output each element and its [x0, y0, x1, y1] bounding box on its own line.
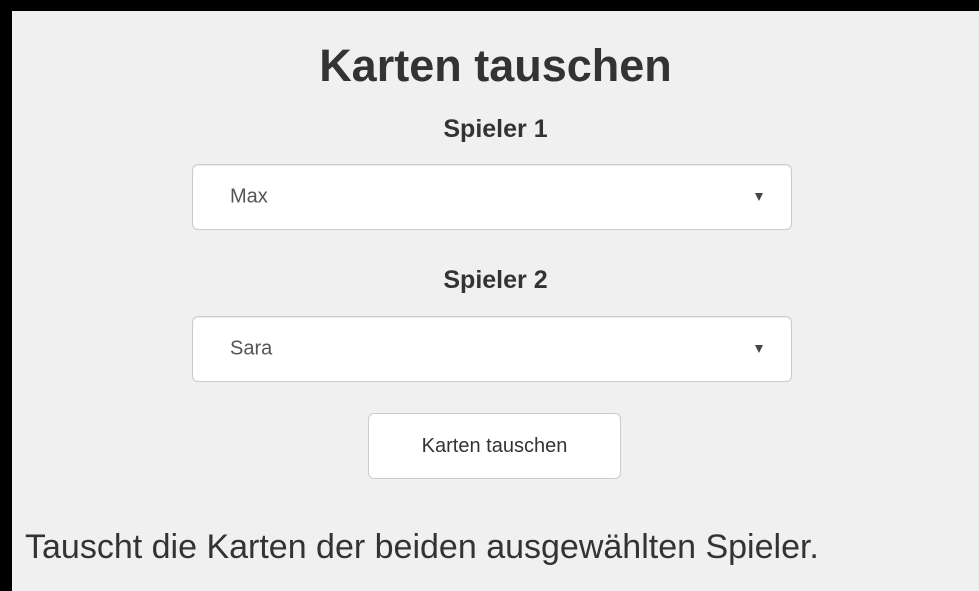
player-1-selected-value: Max — [230, 185, 268, 208]
swap-cards-panel: Karten tauschen Spieler 1 Max Spieler 2 … — [12, 11, 979, 591]
player-2-label: Spieler 2 — [443, 266, 548, 294]
chevron-down-icon — [755, 193, 763, 201]
player-2-selected-value: Sara — [230, 337, 273, 360]
chevron-down-icon — [755, 345, 763, 353]
player-2-select[interactable]: Sara — [192, 316, 792, 382]
page-title: Karten tauschen — [319, 40, 672, 91]
swap-cards-button[interactable]: Karten tauschen — [368, 413, 621, 479]
description-text: Tauscht die Karten der beiden ausgewählt… — [25, 528, 819, 566]
player-1-select[interactable]: Max — [192, 164, 792, 230]
player-1-label: Spieler 1 — [443, 115, 548, 143]
